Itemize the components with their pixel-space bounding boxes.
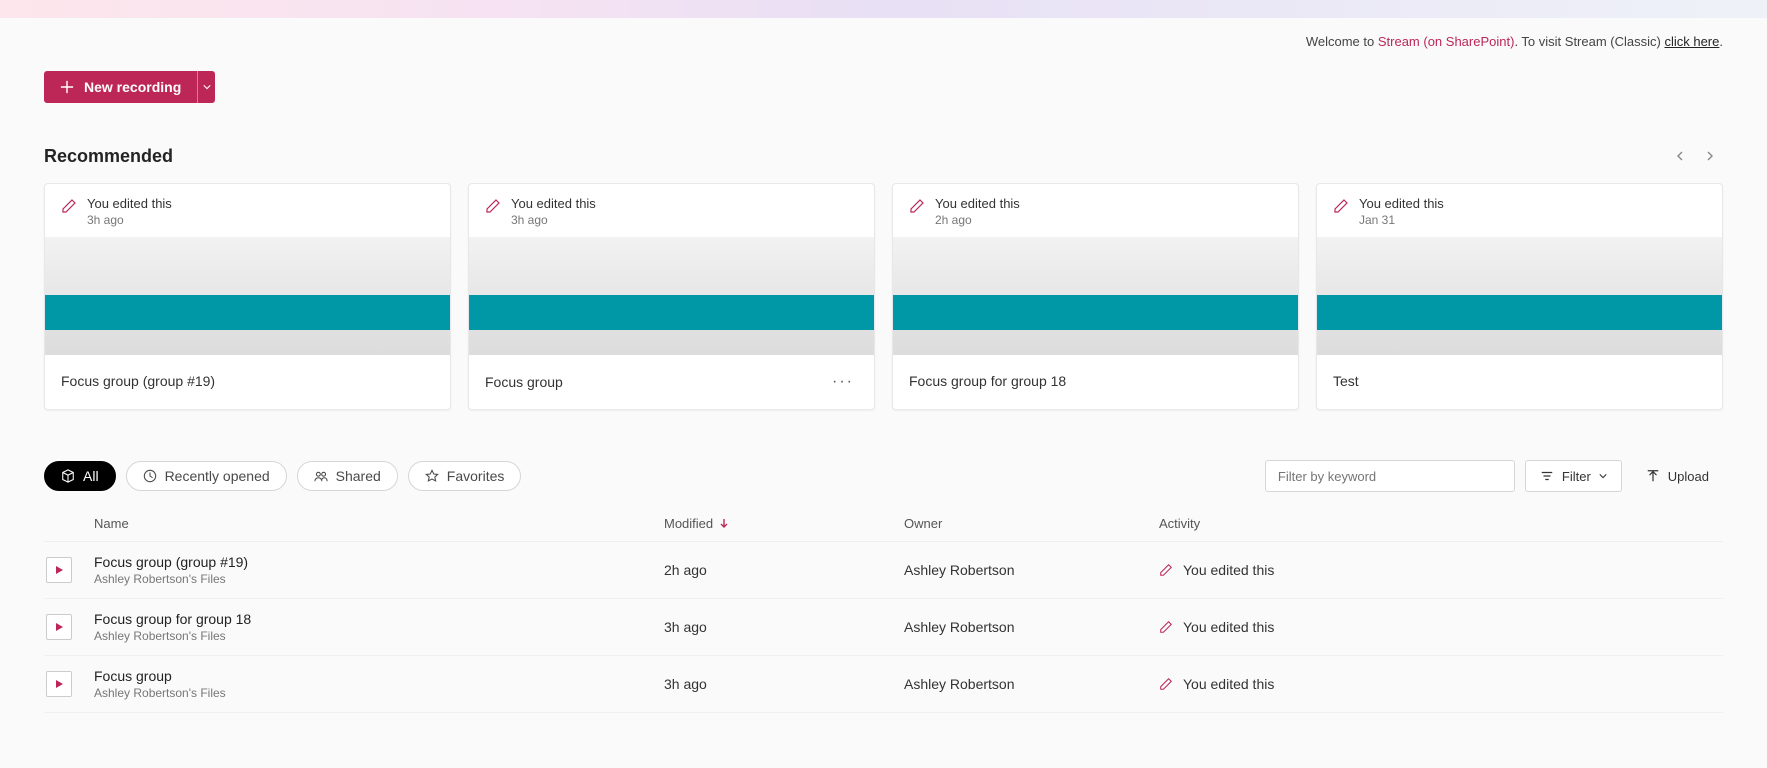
- people-icon: [314, 469, 328, 483]
- video-thumbnail: [45, 237, 450, 355]
- card-time: 3h ago: [511, 213, 596, 227]
- filter-label: Filter: [1562, 469, 1591, 484]
- file-owner: Ashley Robertson: [904, 676, 1015, 692]
- card-status: You edited this: [511, 196, 596, 211]
- recommended-card[interactable]: You edited this Jan 31 Test: [1316, 183, 1723, 410]
- card-status: You edited this: [935, 196, 1020, 211]
- video-thumbnail: [469, 237, 874, 355]
- table-row[interactable]: Focus group Ashley Robertson's Files 3h …: [44, 656, 1723, 713]
- upload-icon: [1646, 469, 1660, 483]
- edit-icon: [909, 198, 925, 214]
- chevron-down-icon: [1599, 472, 1607, 480]
- file-modified: 3h ago: [664, 619, 707, 635]
- header-name[interactable]: Name: [94, 516, 664, 531]
- card-title: Focus group: [485, 374, 563, 390]
- card-title: Test: [1333, 373, 1359, 389]
- edit-icon: [1159, 563, 1173, 577]
- chevron-right-icon: [1705, 151, 1715, 161]
- pill-recently-opened[interactable]: Recently opened: [126, 461, 287, 491]
- recommended-card[interactable]: You edited this 3h ago Focus group (grou…: [44, 183, 451, 410]
- welcome-message: Welcome to Stream (on SharePoint). To vi…: [44, 18, 1723, 71]
- upload-button[interactable]: Upload: [1632, 460, 1723, 492]
- recommended-card[interactable]: You edited this 2h ago Focus group for g…: [892, 183, 1299, 410]
- card-time: 3h ago: [87, 213, 172, 227]
- pill-shared[interactable]: Shared: [297, 461, 398, 491]
- new-recording-button[interactable]: New recording: [44, 71, 197, 103]
- header-activity[interactable]: Activity: [1159, 516, 1723, 531]
- clock-icon: [143, 469, 157, 483]
- top-gradient-banner: [0, 0, 1767, 18]
- card-time: Jan 31: [1359, 213, 1444, 227]
- header-modified[interactable]: Modified: [664, 516, 904, 531]
- edit-icon: [1159, 677, 1173, 691]
- file-owner: Ashley Robertson: [904, 562, 1015, 578]
- card-status: You edited this: [1359, 196, 1444, 211]
- video-file-icon: [46, 557, 72, 583]
- star-icon: [425, 469, 439, 483]
- video-thumbnail: [893, 237, 1298, 355]
- card-status: You edited this: [87, 196, 172, 211]
- pill-favorites-label: Favorites: [447, 468, 505, 484]
- file-name: Focus group: [94, 668, 664, 684]
- carousel-prev-button[interactable]: [1667, 143, 1693, 169]
- stream-link[interactable]: Stream (on SharePoint): [1378, 34, 1515, 49]
- pill-favorites[interactable]: Favorites: [408, 461, 522, 491]
- table-header-row: Name Modified Owner Activity: [44, 498, 1723, 542]
- chevron-down-icon: [203, 83, 211, 91]
- file-modified: 2h ago: [664, 562, 707, 578]
- file-location: Ashley Robertson's Files: [94, 572, 664, 586]
- sort-descending-icon: [719, 516, 729, 531]
- pill-all[interactable]: All: [44, 461, 116, 491]
- welcome-suffix: . To visit Stream (Classic): [1514, 34, 1664, 49]
- card-title: Focus group for group 18: [909, 373, 1066, 389]
- new-recording-dropdown[interactable]: [197, 71, 215, 103]
- table-row[interactable]: Focus group for group 18 Ashley Robertso…: [44, 599, 1723, 656]
- file-activity: You edited this: [1183, 676, 1274, 692]
- edit-icon: [1159, 620, 1173, 634]
- chevron-left-icon: [1675, 151, 1685, 161]
- carousel-next-button[interactable]: [1697, 143, 1723, 169]
- upload-label: Upload: [1668, 469, 1709, 484]
- edit-icon: [485, 198, 501, 214]
- pill-all-label: All: [83, 468, 99, 484]
- header-modified-label: Modified: [664, 516, 713, 531]
- file-location: Ashley Robertson's Files: [94, 686, 664, 700]
- pill-shared-label: Shared: [336, 468, 381, 484]
- file-location: Ashley Robertson's Files: [94, 629, 664, 643]
- card-more-button[interactable]: ···: [828, 373, 858, 391]
- new-recording-label: New recording: [84, 79, 181, 95]
- file-activity: You edited this: [1183, 619, 1274, 635]
- card-title: Focus group (group #19): [61, 373, 215, 389]
- edit-icon: [1333, 198, 1349, 214]
- card-time: 2h ago: [935, 213, 1020, 227]
- file-name: Focus group for group 18: [94, 611, 664, 627]
- welcome-prefix: Welcome to: [1306, 34, 1378, 49]
- video-file-icon: [46, 671, 72, 697]
- recommended-heading: Recommended: [44, 146, 173, 167]
- file-activity: You edited this: [1183, 562, 1274, 578]
- table-row[interactable]: Focus group (group #19) Ashley Robertson…: [44, 542, 1723, 599]
- welcome-period: .: [1719, 34, 1723, 49]
- plus-icon: [60, 80, 74, 94]
- classic-link[interactable]: click here: [1664, 34, 1719, 49]
- filter-keyword-input[interactable]: [1265, 460, 1515, 492]
- file-owner: Ashley Robertson: [904, 619, 1015, 635]
- header-owner[interactable]: Owner: [904, 516, 1159, 531]
- pill-recent-label: Recently opened: [165, 468, 270, 484]
- file-modified: 3h ago: [664, 676, 707, 692]
- video-thumbnail: [1317, 237, 1722, 355]
- video-file-icon: [46, 614, 72, 640]
- file-name: Focus group (group #19): [94, 554, 664, 570]
- cube-icon: [61, 469, 75, 483]
- filter-button[interactable]: Filter: [1525, 460, 1622, 492]
- filter-icon: [1540, 469, 1554, 483]
- recommended-card[interactable]: You edited this 3h ago Focus group ···: [468, 183, 875, 410]
- edit-icon: [61, 198, 77, 214]
